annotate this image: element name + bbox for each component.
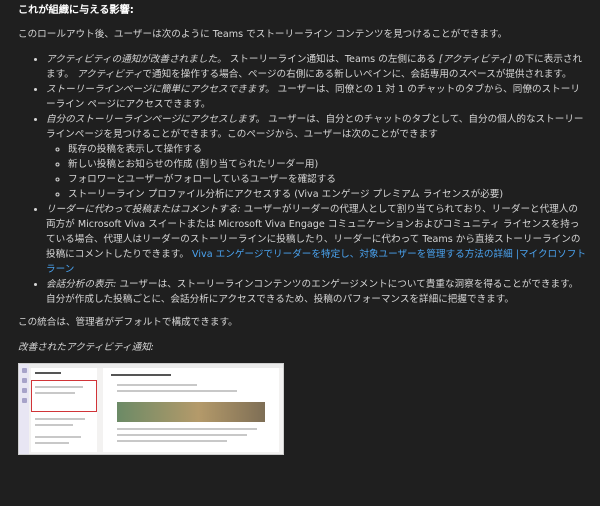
feed-line (35, 392, 75, 394)
feed-line (35, 386, 83, 388)
sub-list-item: ストーリーライン プロファイル分析にアクセスする (Viva エンゲージ プレミ… (68, 187, 586, 202)
item-lead: 自分のストーリーラインページにアクセスします。 (46, 114, 266, 125)
pane-line (117, 434, 247, 436)
item-lead: ストーリーラインページに簡単にアクセスできます。 (46, 84, 275, 95)
item-emphasis: [アクティビティ] (438, 54, 512, 65)
figure-caption: 改善されたアクティビティ通知: (18, 342, 154, 353)
item-lead: 会話分析の表示: (46, 279, 117, 290)
list-item-analytics: 会話分析の表示: ユーザーは、ストーリーラインコンテンツのエンゲージメントについ… (46, 277, 586, 307)
list-item-own-storyline: 自分のストーリーラインページにアクセスします。 ユーザーは、自分とのチャットのタ… (46, 112, 586, 202)
article: これが組織に与える影響: このロールアウト後、ユーザーは次のように Teams … (0, 0, 600, 455)
item-text: で通知を操作する場合、ページの右側にある新しいペインに、会話専用のスペースが提供… (142, 69, 572, 80)
pane-line (117, 440, 227, 442)
calendar-icon (21, 398, 27, 403)
pane-title-placeholder (111, 374, 171, 376)
outro-paragraph: この統合は、管理者がデフォルトで構成できます。 (18, 317, 238, 328)
post-image (117, 402, 265, 422)
highlighted-notification (31, 380, 97, 412)
list-item-storyline-page: ストーリーラインページに簡単にアクセスできます。 ユーザーは、同僚との 1 対 … (46, 82, 586, 112)
feed-line (35, 418, 85, 420)
feed-line (35, 424, 73, 426)
impact-list: アクティビティの通知が改善されました。 ストーリーライン通知は、Teams の左… (18, 52, 586, 307)
intro-paragraph: このロールアウト後、ユーザーは次のように Teams でストーリーライン コンテ… (18, 29, 508, 40)
list-item-activity: アクティビティの通知が改善されました。 ストーリーライン通知は、Teams の左… (46, 52, 586, 82)
pane-line (117, 428, 257, 430)
list-item-delegate: リーダーに代わって投稿またはコメントする: ユーザーがリーダーの代理人として割り… (46, 202, 586, 277)
section-heading: これが組織に与える影響: (18, 5, 134, 16)
chat-icon (21, 378, 27, 383)
feed-line (35, 442, 69, 444)
item-lead: アクティビティの通知が改善されました。 (46, 54, 227, 65)
app-rail (19, 364, 29, 454)
item-emphasis: アクティビティ (76, 69, 143, 80)
feed-title-placeholder (35, 372, 61, 374)
item-text: ユーザーは、ストーリーラインコンテンツのエンゲージメントについて貴重な洞察を得る… (46, 279, 579, 305)
sub-list: 既存の投稿を表示して操作する 新しい投稿とお知らせの作成 (割り当てられたリーダ… (46, 142, 586, 202)
pane-line (117, 384, 197, 386)
activity-icon (21, 368, 27, 373)
sub-list-item: 新しい投稿とお知らせの作成 (割り当てられたリーダー用) (68, 157, 586, 172)
feed-line (35, 436, 81, 438)
pane-line (117, 390, 237, 392)
activity-screenshot (18, 363, 284, 455)
sub-list-item: 既存の投稿を表示して操作する (68, 142, 586, 157)
conversation-pane (103, 368, 279, 452)
item-lead: リーダーに代わって投稿またはコメントする: (46, 204, 241, 215)
sub-list-item: フォロワーとユーザーがフォローしているユーザーを確認する (68, 172, 586, 187)
activity-feed (31, 368, 97, 452)
teams-icon (21, 388, 27, 393)
item-text: ストーリーライン通知は、Teams の左側にある (226, 54, 439, 65)
